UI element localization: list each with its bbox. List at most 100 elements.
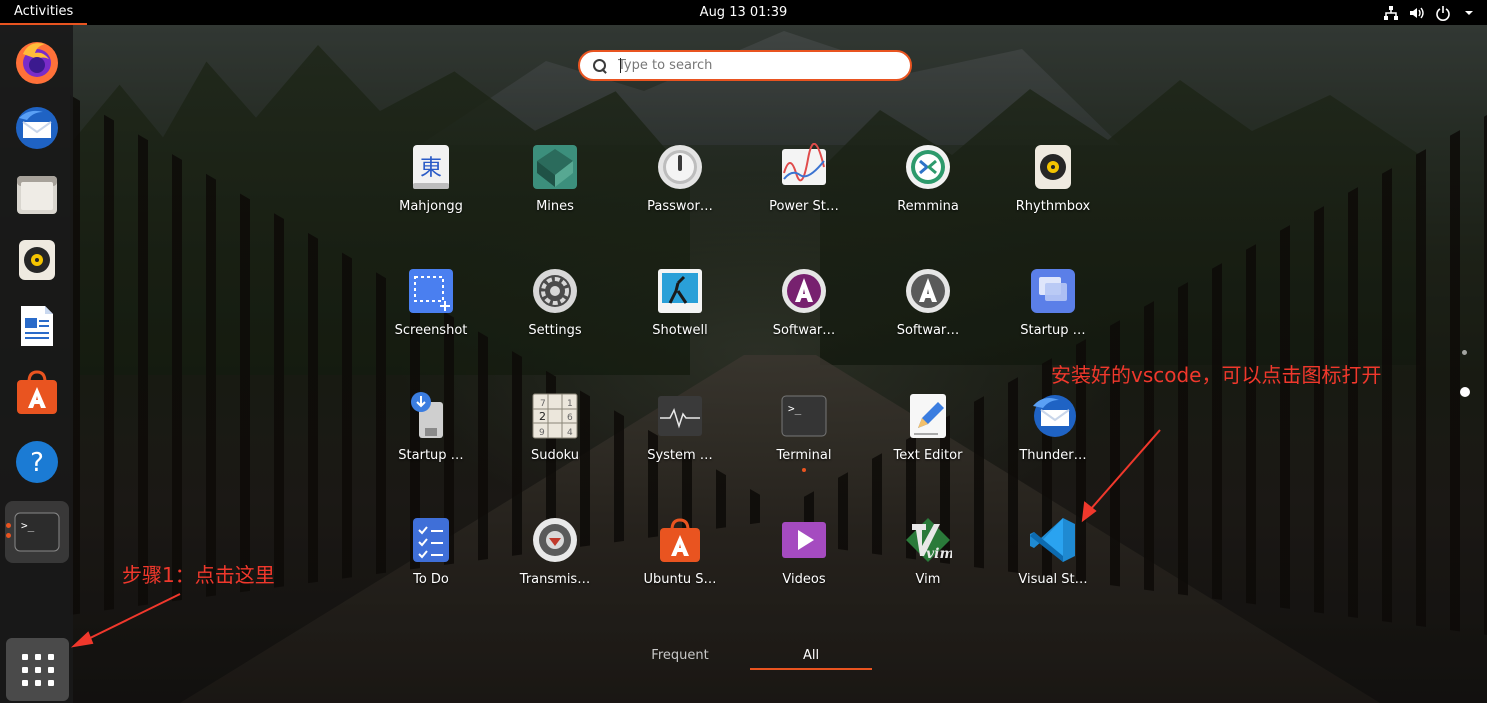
to-do-icon (413, 518, 449, 562)
terminal-icon: >_ (781, 395, 827, 437)
app-label: Transmis… (519, 572, 591, 587)
app-thunderbird[interactable]: Thunder… (993, 374, 1113, 494)
vscode-icon (1030, 518, 1075, 562)
app-startup-applications[interactable]: Startup … (993, 249, 1113, 369)
app-system-monitor[interactable]: System … (620, 374, 740, 494)
tab-all[interactable]: All (750, 644, 872, 670)
search-input[interactable] (618, 58, 888, 73)
thunderbird-icon (16, 107, 58, 149)
svg-text:4: 4 (567, 428, 573, 438)
help-icon: ? (16, 441, 58, 483)
app-mahjongg[interactable]: 東 Mahjongg (371, 125, 491, 245)
app-passwords[interactable]: Passwor… (620, 125, 740, 245)
power-icon[interactable] (1435, 5, 1451, 21)
ubuntu-software-icon (17, 370, 57, 414)
files-icon (17, 176, 57, 214)
search-icon (593, 58, 607, 73)
svg-text:?: ? (30, 448, 44, 478)
app-visual-studio-code[interactable]: Visual St… (993, 498, 1113, 618)
app-vim[interactable]: vim Vim (868, 498, 988, 618)
rhythmbox-icon (1035, 145, 1071, 189)
app-videos[interactable]: Videos (744, 498, 864, 618)
app-sudoku[interactable]: 7 1 2 6 9 4 Sudoku (495, 374, 615, 494)
dock-writer[interactable] (5, 295, 69, 357)
svg-text:>_: >_ (788, 402, 802, 415)
app-software-updater[interactable]: Softwar… (868, 249, 988, 369)
app-label: Softwar… (896, 323, 960, 338)
text-editor-icon (910, 394, 946, 438)
app-label: Passwor… (647, 199, 713, 214)
clock[interactable]: Aug 13 01:39 (700, 5, 788, 20)
terminal-running-indicator (6, 533, 11, 538)
dock-files[interactable] (5, 163, 69, 225)
app-transmission[interactable]: Transmis… (495, 498, 615, 618)
app-mines[interactable]: Mines (495, 125, 615, 245)
startup-applications-icon (1031, 269, 1075, 313)
app-to-do[interactable]: To Do (371, 498, 491, 618)
terminal-running-indicator (6, 523, 11, 528)
app-label: To Do (413, 572, 449, 587)
system-tray[interactable] (1383, 0, 1477, 25)
activities-button[interactable]: Activities (0, 0, 88, 25)
app-shotwell[interactable]: Shotwell (620, 249, 740, 369)
app-rhythmbox[interactable]: Rhythmbox (993, 125, 1113, 245)
app-ubuntu-software[interactable]: Ubuntu S… (620, 498, 740, 618)
svg-text:1: 1 (567, 399, 573, 409)
app-label: Sudoku (530, 448, 580, 463)
app-terminal[interactable]: >_ Terminal (744, 374, 864, 494)
app-label: Thunder… (1019, 448, 1087, 463)
app-label: Visual St… (1018, 572, 1088, 587)
app-label: Rhythmbox (1015, 199, 1091, 214)
writer-icon (21, 306, 53, 346)
app-label: Settings (528, 323, 582, 338)
svg-text:>_: >_ (21, 519, 35, 532)
startup-disk-creator-icon (411, 392, 443, 438)
dock-rhythmbox[interactable] (5, 229, 69, 291)
transmission-icon (533, 518, 577, 562)
sudoku-icon: 7 1 2 6 9 4 (532, 393, 578, 439)
app-label: Startup … (398, 448, 464, 463)
firefox-icon (16, 42, 58, 84)
dock-terminal[interactable]: >_ (5, 501, 69, 563)
app-label: Remmina (897, 199, 959, 214)
page-indicator-2[interactable] (1460, 387, 1470, 397)
annotation-step1: 步骤1：点击这里 (122, 563, 275, 587)
view-switcher: Frequent All (620, 644, 873, 672)
dock: ? >_ (0, 25, 73, 703)
app-label: System … (647, 448, 713, 463)
app-text-editor[interactable]: Text Editor (868, 374, 988, 494)
app-settings[interactable]: Settings (495, 249, 615, 369)
app-software-properties[interactable]: Softwar… (744, 249, 864, 369)
settings-icon (533, 269, 577, 313)
tab-frequent[interactable]: Frequent (620, 644, 740, 670)
app-label: Power St… (769, 199, 839, 214)
screenshot-icon (409, 269, 453, 313)
chevron-down-icon[interactable] (1461, 5, 1477, 21)
dock-firefox[interactable] (5, 31, 69, 93)
app-startup-disk-creator[interactable]: Startup … (371, 374, 491, 494)
app-screenshot[interactable]: Screenshot (371, 249, 491, 369)
volume-icon[interactable] (1409, 5, 1425, 21)
vim-icon: vim (906, 518, 952, 562)
remmina-icon (906, 145, 950, 189)
app-power-statistics[interactable]: Power St… (744, 125, 864, 245)
dock-thunderbird[interactable] (5, 97, 69, 159)
dock-ubuntu-software[interactable] (5, 361, 69, 423)
network-icon[interactable] (1383, 5, 1399, 21)
mines-icon (533, 145, 577, 189)
page-indicator-1[interactable] (1462, 350, 1467, 355)
app-label: Videos (782, 572, 826, 587)
running-indicator (802, 468, 806, 472)
dock-help[interactable]: ? (5, 431, 69, 493)
app-label: Ubuntu S… (643, 572, 717, 587)
software-updater-icon (906, 269, 950, 313)
app-remmina[interactable]: Remmina (868, 125, 988, 245)
svg-text:7: 7 (540, 399, 546, 409)
svg-text:2: 2 (539, 410, 546, 423)
search-bar[interactable] (578, 50, 912, 81)
show-applications-icon[interactable] (6, 638, 69, 701)
svg-text:東: 東 (420, 156, 442, 181)
app-label: Screenshot (394, 323, 468, 338)
shotwell-icon (658, 269, 702, 313)
software-properties-icon (782, 269, 826, 313)
